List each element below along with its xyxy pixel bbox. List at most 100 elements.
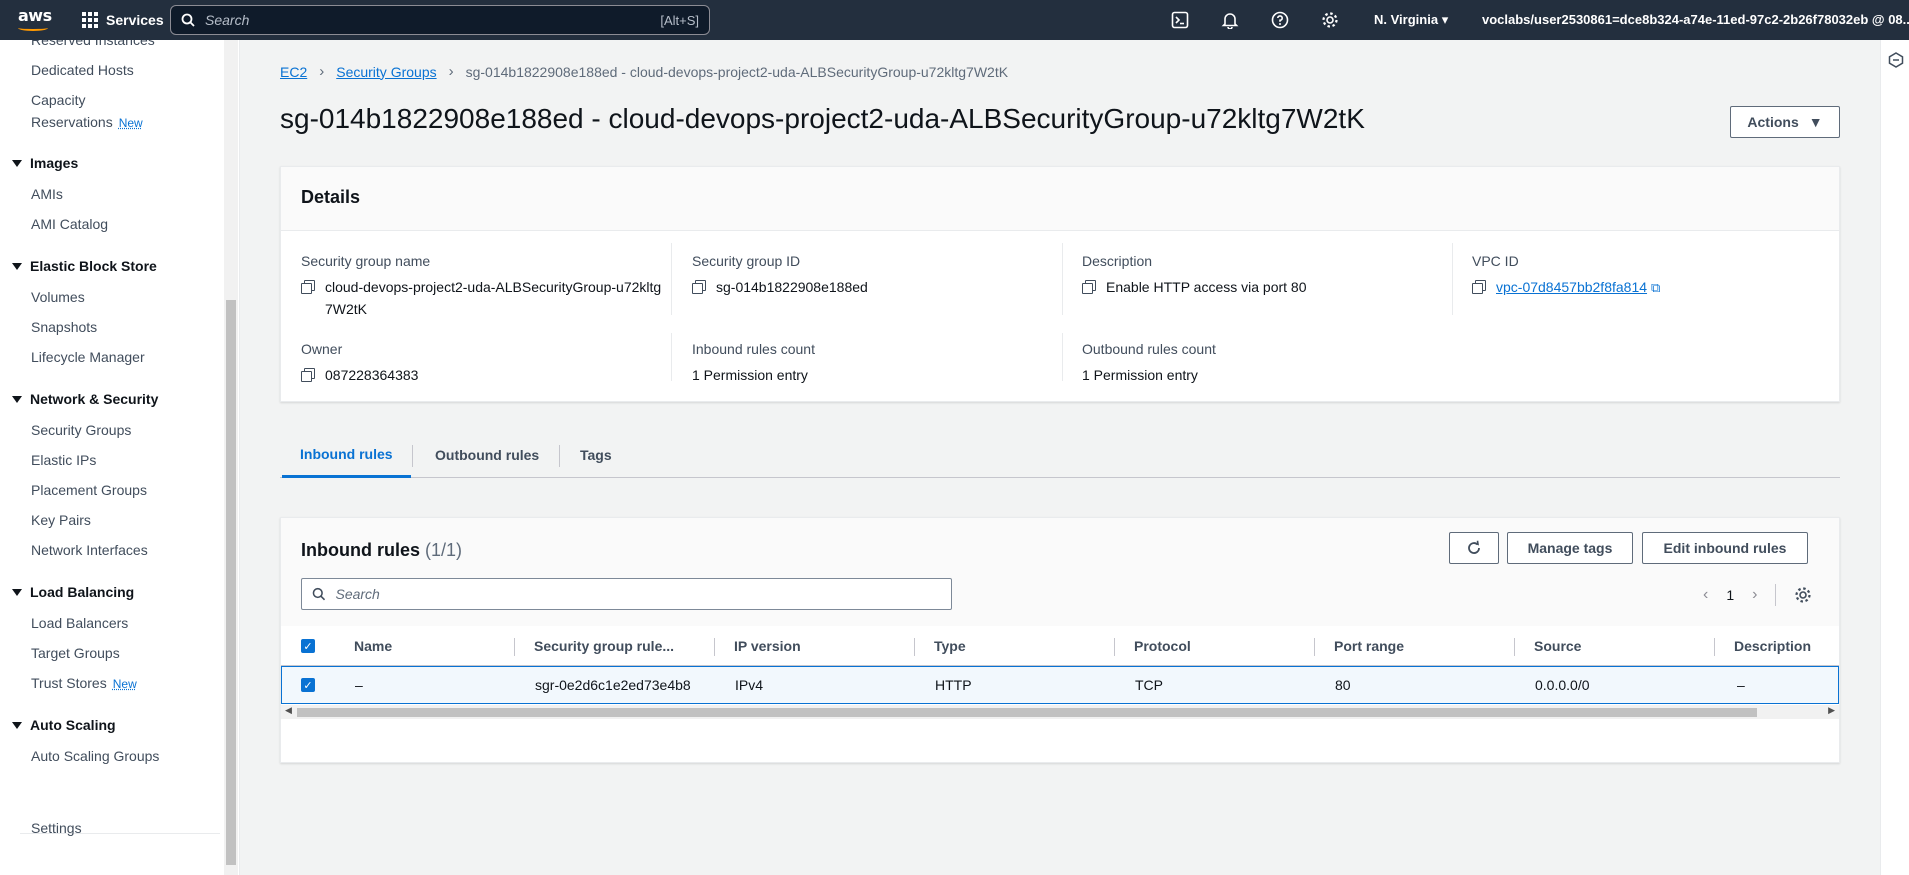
scroll-left-arrow-icon[interactable]: ◀ bbox=[285, 705, 292, 716]
sidebar-section-ebs[interactable]: Elastic Block Store bbox=[12, 258, 157, 274]
inbound-search-input[interactable] bbox=[335, 586, 941, 602]
sidebar-item-placement-groups[interactable]: Placement Groups bbox=[31, 482, 147, 498]
column-type-label: Type bbox=[934, 638, 966, 654]
breadcrumb-current: sg-014b1822908e188ed - cloud-devops-proj… bbox=[466, 64, 1008, 80]
row-checkbox[interactable]: ✓ bbox=[301, 678, 315, 692]
sidebar-item-security-groups[interactable]: Security Groups bbox=[31, 422, 131, 438]
column-header-source[interactable]: Source bbox=[1534, 626, 1581, 666]
settings-gear-icon[interactable] bbox=[1320, 10, 1340, 30]
column-header-ip-version[interactable]: IP version bbox=[734, 626, 801, 666]
sidebar-item-amis[interactable]: AMIs bbox=[31, 186, 63, 202]
info-panel-icon[interactable] bbox=[1888, 52, 1904, 68]
help-icon[interactable] bbox=[1270, 10, 1290, 30]
vpc-link[interactable]: vpc-07d8457bb2f8fa814 ⧉ bbox=[1496, 276, 1660, 299]
detail-owner: Owner 087228364383 bbox=[301, 341, 671, 386]
column-header-name[interactable]: Name bbox=[354, 626, 392, 666]
pagination: ‹ 1 › bbox=[1703, 584, 1812, 606]
chevron-right-icon: › bbox=[449, 63, 454, 80]
cell-sg-rule-id: sgr-0e2d6c1e2ed73e4b8 bbox=[535, 667, 691, 703]
sidebar-item-ami-catalog[interactable]: AMI Catalog bbox=[31, 216, 108, 232]
sidebar-section-images[interactable]: Images bbox=[12, 155, 78, 171]
grid-icon bbox=[82, 12, 98, 28]
column-divider bbox=[671, 243, 672, 315]
cell-name: – bbox=[355, 667, 363, 703]
refresh-icon bbox=[1466, 540, 1482, 556]
sidebar-item-volumes[interactable]: Volumes bbox=[31, 289, 85, 305]
sidebar-item-load-balancers[interactable]: Load Balancers bbox=[31, 615, 128, 631]
column-header-protocol[interactable]: Protocol bbox=[1134, 626, 1191, 666]
cloudshell-icon[interactable] bbox=[1170, 10, 1190, 30]
cell-protocol: TCP bbox=[1135, 667, 1163, 703]
new-badge: New bbox=[113, 677, 137, 691]
main-content: EC2 › Security Groups › sg-014b1822908e1… bbox=[240, 40, 1880, 875]
sidebar-item-elastic-ips[interactable]: Elastic IPs bbox=[31, 452, 96, 468]
edit-inbound-rules-button[interactable]: Edit inbound rules bbox=[1642, 532, 1808, 564]
account-menu[interactable]: voclabs/user2530861=dce8b324-a74e-11ed-9… bbox=[1482, 12, 1909, 28]
breadcrumb-ec2-link[interactable]: EC2 bbox=[280, 64, 307, 80]
refresh-button[interactable] bbox=[1449, 532, 1499, 564]
sidebar-item-target-groups[interactable]: Target Groups bbox=[31, 645, 120, 661]
sidebar-item-reservations-label: Reservations bbox=[31, 114, 113, 130]
column-header-port-range[interactable]: Port range bbox=[1334, 626, 1404, 666]
tab-tags[interactable]: Tags bbox=[560, 432, 632, 478]
sidebar-item-lifecycle-manager[interactable]: Lifecycle Manager bbox=[31, 349, 145, 365]
caret-down-icon bbox=[12, 589, 22, 596]
sidebar-section-network-security[interactable]: Network & Security bbox=[12, 391, 158, 407]
top-icon-group bbox=[1170, 10, 1340, 30]
column-port-range-label: Port range bbox=[1334, 638, 1404, 654]
detail-description-value-row: Enable HTTP access via port 80 bbox=[1082, 276, 1452, 298]
table-scrollbar-thumb[interactable] bbox=[297, 708, 1757, 717]
sidebar-item-settings[interactable]: Settings bbox=[31, 820, 82, 836]
table-row[interactable]: ✓ – sgr-0e2d6c1e2ed73e4b8 IPv4 HTTP TCP … bbox=[281, 666, 1839, 704]
preferences-gear-icon[interactable] bbox=[1794, 586, 1812, 604]
notifications-bell-icon[interactable] bbox=[1220, 10, 1240, 30]
sidebar-item-network-interfaces[interactable]: Network Interfaces bbox=[31, 542, 148, 558]
inbound-rules-panel: Inbound rules (1/1) Manage tags Edit inb… bbox=[280, 517, 1840, 763]
tab-outbound-rules[interactable]: Outbound rules bbox=[413, 432, 561, 478]
inbound-rules-count: (1/1) bbox=[425, 540, 462, 560]
detail-sg-id-value: sg-014b1822908e188ed bbox=[716, 276, 868, 298]
sidebar-item-trust-stores[interactable]: Trust Stores New bbox=[31, 675, 137, 691]
detail-owner-value-row: 087228364383 bbox=[301, 364, 671, 386]
services-menu-button[interactable]: Services bbox=[82, 8, 164, 32]
sidebar-section-load-balancing[interactable]: Load Balancing bbox=[12, 584, 134, 600]
chevron-right-icon[interactable]: › bbox=[1752, 586, 1757, 604]
column-header-sg-rule[interactable]: Security group rule... bbox=[534, 626, 674, 666]
aws-logo[interactable]: aws bbox=[18, 6, 50, 34]
copy-icon[interactable] bbox=[301, 280, 315, 294]
region-selector[interactable]: N. Virginia ▾ bbox=[1374, 12, 1448, 28]
sidebar-item-reserved-instances[interactable]: Reserved Instances bbox=[31, 40, 155, 48]
actions-dropdown-button[interactable]: Actions ▼ bbox=[1730, 106, 1840, 138]
scroll-right-arrow-icon[interactable]: ▶ bbox=[1828, 705, 1835, 716]
sidebar-navigation: Reserved Instances Dedicated Hosts Capac… bbox=[0, 40, 240, 875]
copy-icon[interactable] bbox=[1082, 280, 1096, 294]
global-search-input[interactable]: Search [Alt+S] bbox=[170, 5, 710, 35]
sidebar-item-key-pairs[interactable]: Key Pairs bbox=[31, 512, 91, 528]
breadcrumb-security-groups-link[interactable]: Security Groups bbox=[336, 64, 436, 80]
copy-icon[interactable] bbox=[1472, 280, 1486, 294]
inbound-rules-title: Inbound rules bbox=[301, 540, 420, 560]
chevron-left-icon[interactable]: ‹ bbox=[1703, 586, 1708, 604]
sidebar-item-snapshots[interactable]: Snapshots bbox=[31, 319, 97, 335]
column-divider bbox=[1714, 638, 1715, 656]
sidebar-item-dedicated-hosts[interactable]: Dedicated Hosts bbox=[31, 62, 134, 78]
column-header-description[interactable]: Description bbox=[1734, 626, 1811, 666]
sidebar-item-capacity[interactable]: Capacity bbox=[31, 92, 85, 108]
select-all-checkbox[interactable]: ✓ bbox=[301, 639, 315, 653]
table-horizontal-scrollbar[interactable]: ◀ ▶ bbox=[281, 705, 1839, 719]
tab-inbound-rules[interactable]: Inbound rules bbox=[282, 432, 411, 478]
sidebar-item-auto-scaling-groups[interactable]: Auto Scaling Groups bbox=[31, 748, 159, 764]
copy-icon[interactable] bbox=[301, 368, 315, 382]
column-description-label: Description bbox=[1734, 638, 1811, 654]
manage-tags-button[interactable]: Manage tags bbox=[1507, 532, 1633, 564]
sidebar-item-reservations[interactable]: Reservations New bbox=[31, 114, 143, 130]
inbound-search-field[interactable] bbox=[301, 578, 952, 610]
copy-icon[interactable] bbox=[692, 280, 706, 294]
column-header-type[interactable]: Type bbox=[934, 626, 966, 666]
page-number[interactable]: 1 bbox=[1726, 587, 1734, 603]
caret-down-icon: ▼ bbox=[1809, 114, 1823, 130]
rules-tabs: Inbound rules Outbound rules Tags bbox=[280, 432, 1840, 478]
sidebar-section-auto-scaling[interactable]: Auto Scaling bbox=[12, 717, 116, 733]
caret-down-icon bbox=[12, 160, 22, 167]
sidebar-scrollbar-thumb[interactable] bbox=[226, 300, 236, 865]
